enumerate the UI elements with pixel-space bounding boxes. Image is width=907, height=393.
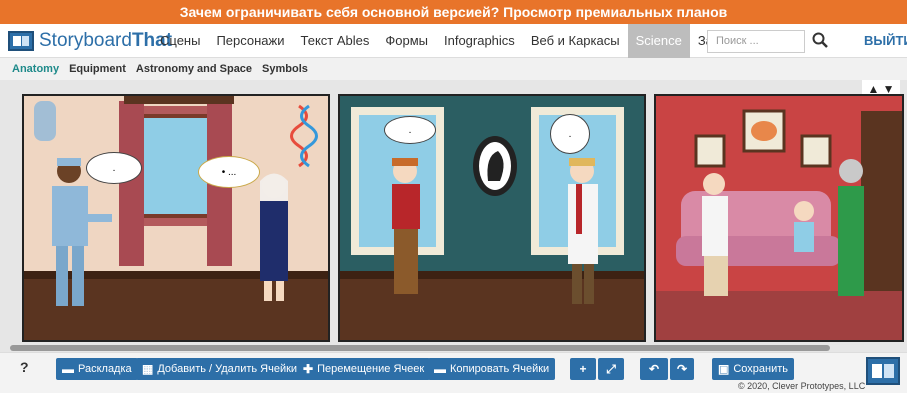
cell-1-scene [24, 96, 328, 340]
logo-icon [8, 31, 34, 51]
nav-item-characters[interactable]: Персонажи [208, 24, 292, 58]
girl-character [794, 201, 814, 252]
plus-icon: + [579, 362, 587, 376]
subcategory-bar: Anatomy Equipment Astronomy and Space Sy… [0, 58, 907, 80]
redo-button[interactable]: ↷ [670, 358, 694, 380]
storyboard-cell-1[interactable]: . • ... [22, 94, 330, 342]
logout-button[interactable]: ВЫЙТИ [864, 24, 907, 58]
bottom-toolbar: ? ▬ Раскладка ▦ Добавить / Удалить Ячейки … [0, 352, 907, 393]
subcategory-astronomy-space[interactable]: Astronomy and Space [131, 63, 257, 75]
move-icon: ✚ [303, 362, 314, 376]
search-input[interactable]: Поиск ... [707, 30, 805, 53]
storyboard-layout-icon[interactable] [866, 357, 900, 385]
speech-bubble[interactable]: . [384, 116, 436, 144]
top-nav: StoryboardThat Сцены Персонажи Текст Abl… [0, 24, 907, 58]
move-cells-button[interactable]: ✚ Перемещение Ячеек [297, 358, 431, 380]
premium-promo-banner[interactable]: Зачем ограничивать себя основной версией… [0, 0, 907, 24]
subcategory-symbols[interactable]: Symbols [257, 63, 313, 75]
add-remove-cells-button[interactable]: ▦ Добавить / Удалить Ячейки [136, 358, 304, 380]
nav-item-scenes[interactable]: Сцены [152, 24, 208, 58]
copy-cells-button[interactable]: ▬ Копировать Ячейки [428, 358, 556, 380]
save-icon: ▣ [718, 362, 730, 376]
save-button[interactable]: ▣ Сохранить [712, 358, 795, 380]
nav-item-shapes[interactable]: Формы [377, 24, 436, 58]
copyright-text: © 2020, Clever Prototypes, LLC [738, 381, 866, 391]
subcategory-equipment[interactable]: Equipment [64, 63, 131, 75]
storyboard-cell-2[interactable]: . . [338, 94, 646, 342]
redo-icon: ↷ [676, 362, 688, 376]
layout-icon: ▬ [62, 362, 74, 376]
undo-icon: ↶ [648, 362, 660, 376]
search-icon[interactable] [812, 32, 828, 48]
undo-button[interactable]: ↶ [640, 358, 668, 380]
nav-item-textables[interactable]: Текст Ables [293, 24, 378, 58]
zoom-in-button[interactable]: + [570, 358, 596, 380]
layout-button[interactable]: ▬ Раскладка [56, 358, 138, 380]
speech-bubble[interactable]: • ... [198, 156, 260, 188]
subcategory-anatomy[interactable]: Anatomy [0, 63, 64, 75]
expand-icon: ⤢ [606, 362, 616, 376]
horizontal-scrollbar[interactable] [10, 345, 830, 351]
speech-bubble[interactable]: . [86, 152, 142, 184]
nav-item-infographics[interactable]: Infographics [436, 24, 523, 58]
storyboard-cell-3[interactable] [654, 94, 904, 342]
speech-bubble[interactable]: . [550, 114, 590, 154]
nav-item-science[interactable]: Science [627, 24, 690, 58]
nav-menu: Сцены Персонажи Текст Ables Формы Infogr… [152, 24, 765, 58]
cell-3-scene [656, 96, 902, 340]
copy-icon: ▬ [434, 362, 446, 376]
help-button[interactable]: ? [20, 359, 29, 375]
nav-item-web-wireframes[interactable]: Веб и Каркасы [523, 24, 628, 58]
lungs-icon [34, 101, 56, 141]
cells-icon: ▦ [142, 362, 154, 376]
fit-button[interactable]: ⤢ [598, 358, 624, 380]
storyboardthat-logo[interactable]: StoryboardThat [8, 30, 172, 52]
